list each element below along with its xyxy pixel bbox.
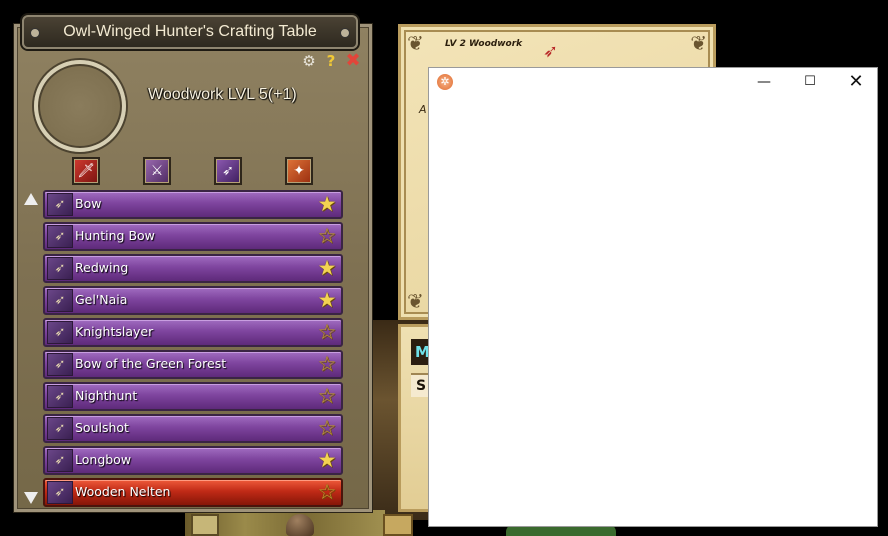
blank-window: ✲ — ☐ ✕	[428, 67, 878, 527]
favorite-star-icon[interactable]: ☆	[315, 224, 339, 249]
skill-level-text: Woodwork LVL 5(+1)	[148, 86, 297, 103]
ornament-icon: ❦	[690, 31, 707, 55]
bow-icon: ➶	[47, 449, 73, 472]
ornament-icon: ❦	[407, 31, 424, 55]
recipe-item-wooden-nelten[interactable]: ➶ Wooden Nelten ☆	[43, 478, 343, 507]
bow-icon: ➶	[47, 225, 73, 248]
staff-icon: ✦	[293, 163, 305, 179]
favorite-star-icon[interactable]: ☆	[315, 480, 339, 505]
favorite-star-icon[interactable]: ★	[315, 448, 339, 473]
title-rivet	[30, 28, 40, 38]
recipe-label: Longbow	[75, 452, 132, 467]
close-icon[interactable]: ✖	[344, 52, 362, 70]
recipe-label: Soulshot	[75, 420, 129, 435]
scroll-down-arrow[interactable]	[24, 492, 38, 504]
bow-icon: ➶	[47, 417, 73, 440]
detail-level-label: LV 2 Woodwork	[445, 39, 523, 49]
crafting-title-bar[interactable]: Owl-Winged Hunter's Crafting Table	[22, 15, 358, 49]
crafting-title: Owl-Winged Hunter's Crafting Table	[63, 23, 317, 40]
recipe-label: Nighthunt	[75, 388, 138, 403]
favorite-star-icon[interactable]: ☆	[315, 384, 339, 409]
close-window-button[interactable]: ✕	[833, 68, 879, 96]
category-staff-button[interactable]: ✦	[285, 157, 313, 185]
recipe-item-bow-of-the-green-forest[interactable]: ➶ Bow of the Green Forest ☆	[43, 350, 343, 379]
bow-icon: ➶	[47, 289, 73, 312]
bow-icon: ➶	[47, 385, 73, 408]
bow-icon: ➶	[47, 481, 73, 504]
scroll-up-arrow[interactable]	[24, 193, 38, 205]
bow-icon: ➶	[222, 163, 234, 179]
minimize-button[interactable]: —	[741, 68, 787, 96]
recipe-list: ➶ Bow ★ ➶ Hunting Bow ☆ ➶ Redwing ★ ➶ Ge…	[43, 190, 343, 510]
help-icon[interactable]: ?	[322, 52, 340, 70]
favorite-star-icon[interactable]: ★	[315, 288, 339, 313]
recipe-label: Redwing	[75, 260, 129, 275]
gear-icon[interactable]: ⚙	[300, 52, 318, 70]
recipe-label: Bow of the Green Forest	[75, 356, 227, 371]
maximize-button[interactable]: ☐	[787, 68, 833, 96]
recipe-label: Hunting Bow	[75, 228, 155, 243]
category-bow-button[interactable]: ➶	[214, 157, 242, 185]
app-icon: ✲	[437, 74, 453, 90]
recipe-label: Bow	[75, 196, 102, 211]
recipe-item-gelnaia[interactable]: ➶ Gel'Naia ★	[43, 286, 343, 315]
crafting-portrait	[34, 60, 126, 152]
favorite-star-icon[interactable]: ☆	[315, 320, 339, 345]
bow-icon: ➶	[47, 353, 73, 376]
recipe-label: Wooden Nelten	[75, 484, 171, 499]
favorite-star-icon[interactable]: ☆	[315, 352, 339, 377]
recipe-item-nighthunt[interactable]: ➶ Nighthunt ☆	[43, 382, 343, 411]
category-sword-button[interactable]: 🗡	[72, 157, 100, 185]
recipe-label: Knightslayer	[75, 324, 154, 339]
recipe-item-redwing[interactable]: ➶ Redwing ★	[43, 254, 343, 283]
sword-icon: 🗡	[77, 163, 95, 179]
scene-item-slot[interactable]	[383, 514, 413, 536]
favorite-star-icon[interactable]: ★	[315, 256, 339, 281]
favorite-star-icon[interactable]: ★	[315, 192, 339, 217]
scene-item-slot[interactable]	[191, 514, 219, 536]
detail-text-fragment: A	[419, 103, 427, 116]
title-rivet	[340, 28, 350, 38]
recipe-item-soulshot[interactable]: ➶ Soulshot ☆	[43, 414, 343, 443]
bow-item-icon: ➶	[543, 41, 559, 62]
recipe-label: Gel'Naia	[75, 292, 128, 307]
recipe-item-hunting-bow[interactable]: ➶ Hunting Bow ☆	[43, 222, 343, 251]
bow-icon: ➶	[47, 321, 73, 344]
category-dagger-button[interactable]: ⚔	[143, 157, 171, 185]
bow-icon: ➶	[47, 193, 73, 216]
favorite-star-icon[interactable]: ☆	[315, 416, 339, 441]
dagger-icon: ⚔	[150, 163, 164, 179]
recipe-item-knightslayer[interactable]: ➶ Knightslayer ☆	[43, 318, 343, 347]
scene-jar	[286, 514, 314, 536]
bow-icon: ➶	[47, 257, 73, 280]
recipe-item-bow[interactable]: ➶ Bow ★	[43, 190, 343, 219]
recipe-item-longbow[interactable]: ➶ Longbow ★	[43, 446, 343, 475]
ornament-icon: ❦	[407, 289, 424, 313]
